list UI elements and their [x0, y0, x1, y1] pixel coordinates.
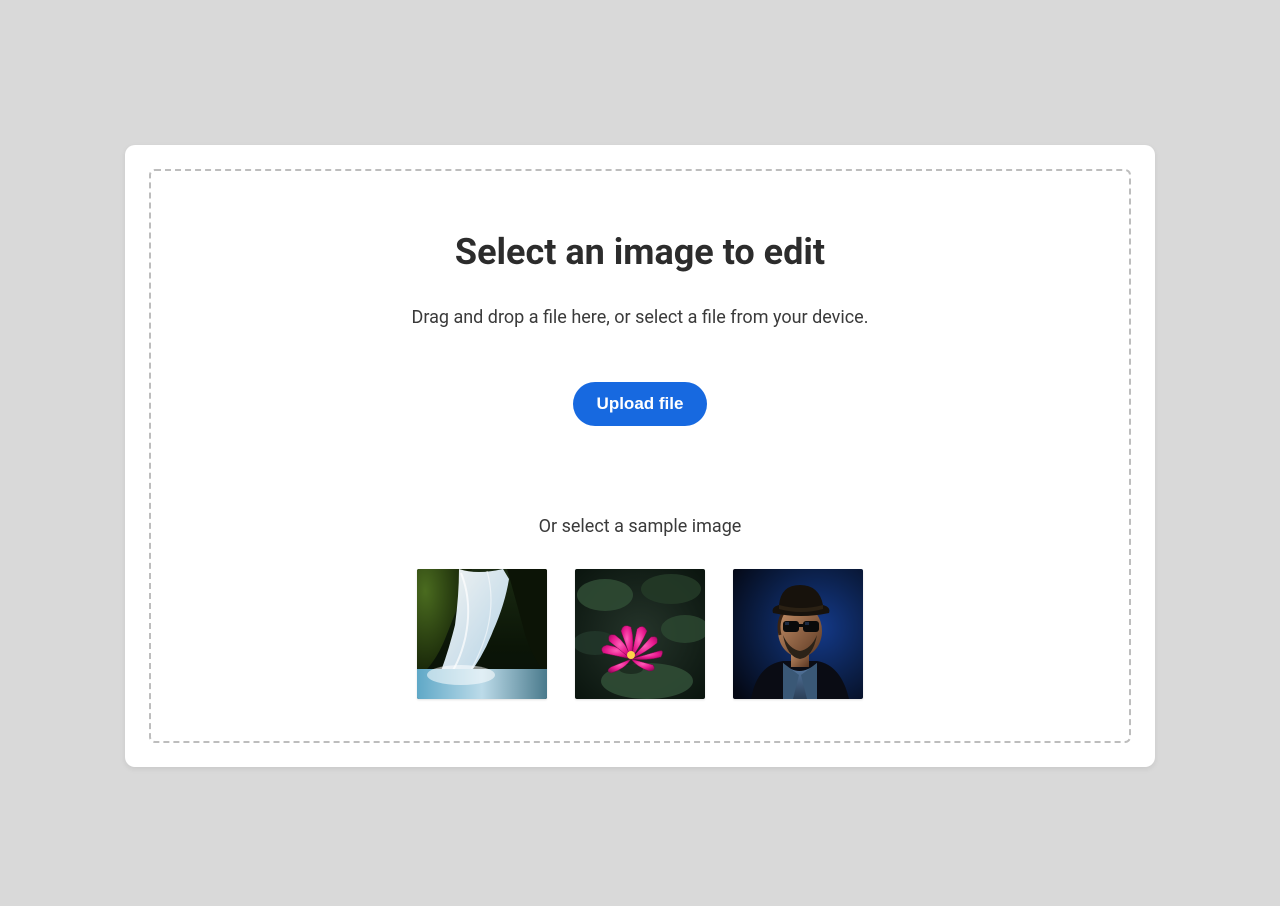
- sample-thumb-portrait[interactable]: [733, 569, 863, 699]
- dialog-subtitle: Drag and drop a file here, or select a f…: [412, 307, 869, 328]
- dialog-title: Select an image to edit: [455, 231, 825, 273]
- sample-thumb-waterfall[interactable]: [417, 569, 547, 699]
- sample-thumbnails-row: [417, 569, 863, 699]
- portrait-illustration: [733, 569, 863, 699]
- upload-file-button[interactable]: Upload file: [573, 382, 708, 426]
- upload-card: Select an image to edit Drag and drop a …: [125, 145, 1155, 767]
- waterfall-illustration: [417, 569, 547, 699]
- sample-section-label: Or select a sample image: [539, 516, 742, 537]
- water-lily-illustration: [575, 569, 705, 699]
- sample-thumb-water-lily[interactable]: [575, 569, 705, 699]
- page-background: Select an image to edit Drag and drop a …: [0, 0, 1280, 906]
- dropzone[interactable]: Select an image to edit Drag and drop a …: [149, 169, 1131, 743]
